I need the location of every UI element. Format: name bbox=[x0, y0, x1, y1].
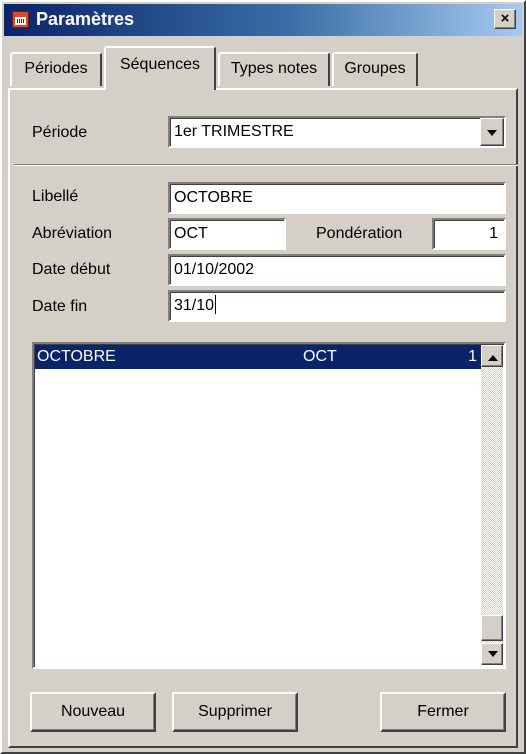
title-bar[interactable]: Paramètres × bbox=[4, 4, 522, 36]
libelle-input[interactable]: OCTOBRE bbox=[168, 182, 506, 214]
list-item-abreviation: OCT bbox=[303, 348, 337, 365]
tab-sequences[interactable]: Séquences bbox=[104, 46, 216, 90]
abreviation-input[interactable]: OCT bbox=[168, 218, 286, 250]
date-debut-label: Date début bbox=[32, 261, 111, 278]
libelle-label: Libellé bbox=[32, 188, 79, 205]
separator bbox=[14, 164, 518, 166]
nouveau-button[interactable]: Nouveau bbox=[30, 692, 156, 732]
abreviation-label: Abréviation bbox=[32, 225, 113, 242]
text-caret bbox=[215, 295, 217, 314]
chevron-down-icon bbox=[488, 651, 498, 657]
tab-groupes[interactable]: Groupes bbox=[332, 52, 418, 86]
scroll-down-button[interactable] bbox=[481, 643, 503, 665]
date-debut-input[interactable]: 01/10/2002 bbox=[168, 254, 506, 286]
parametres-window: Paramètres × Périodes Séquences Types no… bbox=[0, 0, 526, 754]
list-item-ponderation: 1 bbox=[468, 348, 477, 365]
list-scrollbar[interactable] bbox=[481, 345, 503, 665]
list-item[interactable]: OCTOBRE OCT 1 bbox=[35, 345, 481, 369]
date-fin-input[interactable]: 31/10 bbox=[168, 290, 506, 322]
ponderation-label: Pondération bbox=[316, 225, 403, 242]
tab-periodes[interactable]: Périodes bbox=[10, 52, 102, 86]
tab-types-notes[interactable]: Types notes bbox=[218, 52, 330, 86]
close-button[interactable]: × bbox=[494, 9, 516, 29]
periode-label: Période bbox=[32, 124, 88, 141]
date-fin-value: 31/10 bbox=[174, 297, 215, 314]
date-fin-label: Date fin bbox=[32, 298, 88, 315]
ponderation-input[interactable]: 1 bbox=[432, 218, 506, 250]
periode-value: 1er TRIMESTRE bbox=[174, 123, 294, 140]
chevron-down-icon bbox=[487, 130, 497, 136]
periode-select[interactable]: 1er TRIMESTRE bbox=[168, 116, 506, 148]
fermer-button[interactable]: Fermer bbox=[380, 692, 506, 732]
periode-dropdown-button[interactable] bbox=[480, 118, 504, 146]
supprimer-button[interactable]: Supprimer bbox=[172, 692, 298, 732]
list-item-libelle: OCTOBRE bbox=[37, 348, 116, 365]
scroll-thumb[interactable] bbox=[481, 615, 503, 641]
window-title: Paramètres bbox=[36, 9, 135, 29]
scroll-up-button[interactable] bbox=[481, 345, 503, 367]
chevron-up-icon bbox=[488, 355, 498, 361]
calendar-icon bbox=[12, 11, 29, 28]
sequences-list[interactable]: OCTOBRE OCT 1 bbox=[32, 342, 506, 669]
